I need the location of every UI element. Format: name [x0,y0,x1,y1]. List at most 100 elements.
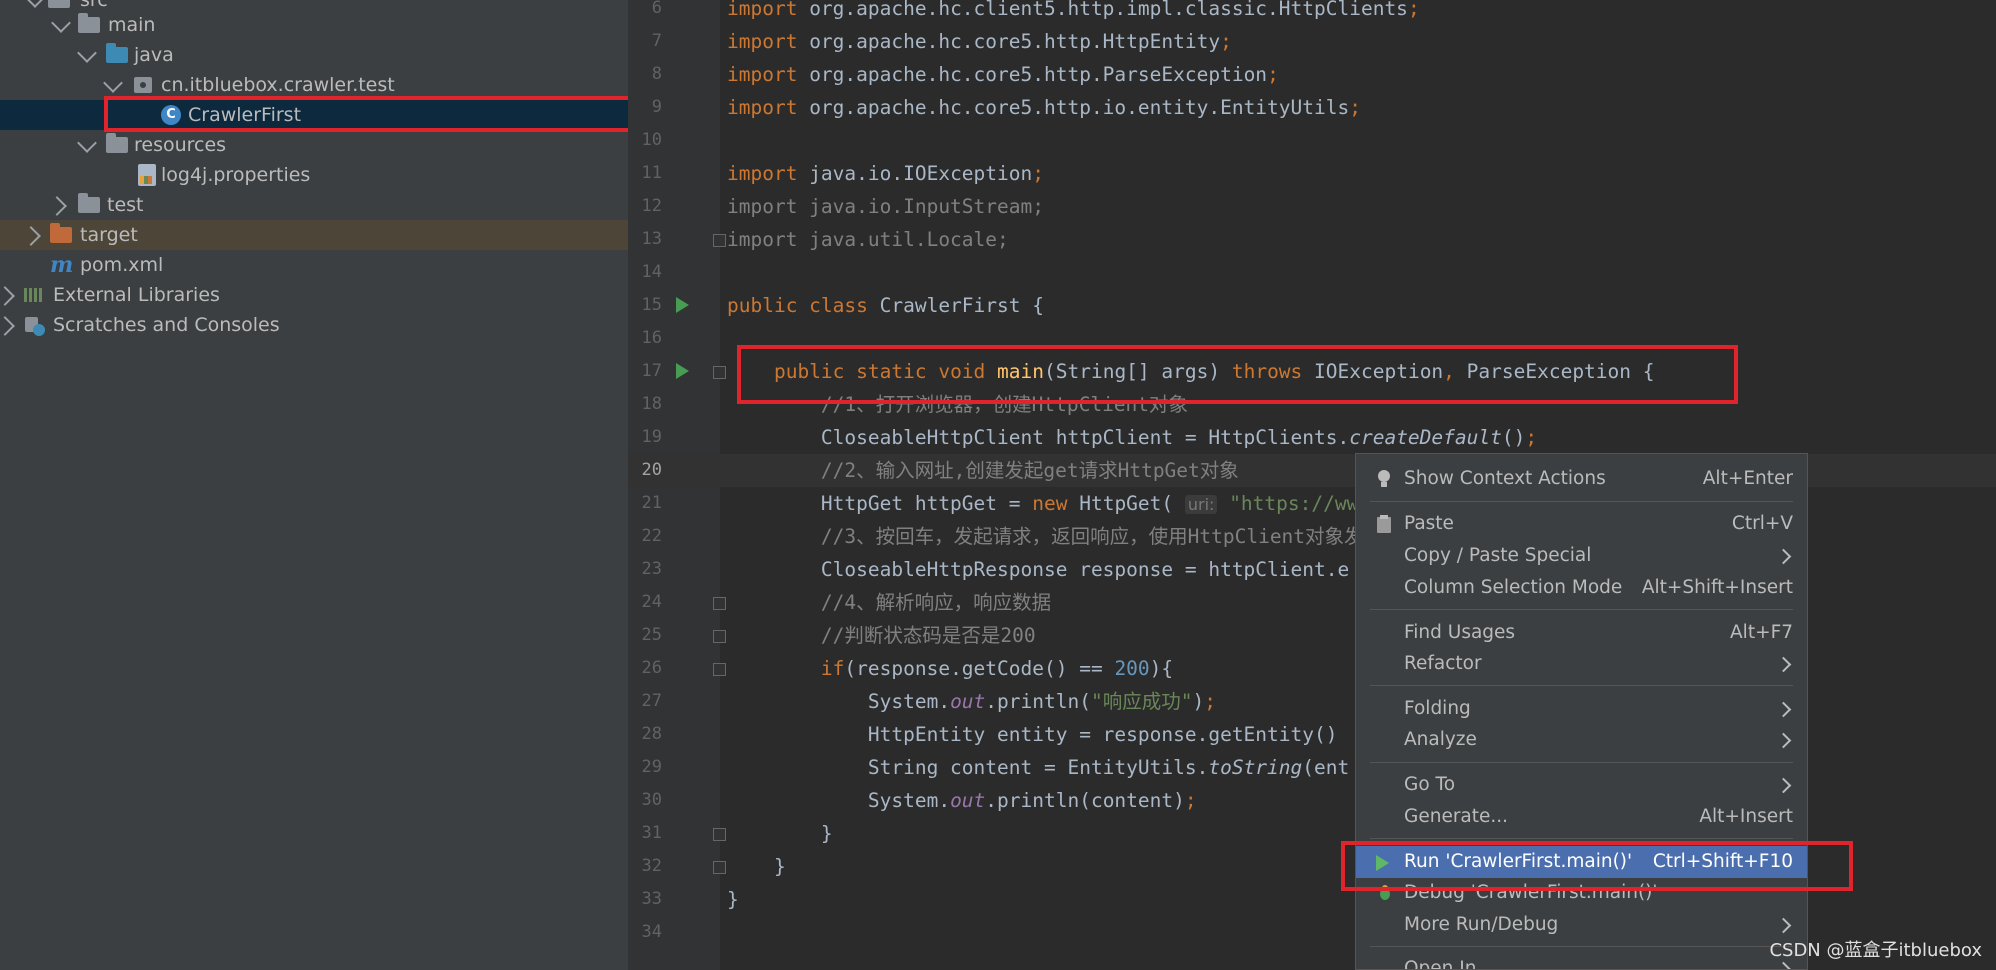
menu-item-label: Analyze [1404,729,1477,750]
code-text: public class CrawlerFirst { [727,294,1044,317]
code-line[interactable]: 8 import org.apache.hc.core5.http.ParseEx… [628,58,1996,91]
line-number: 12 [641,196,662,216]
line-number: 11 [641,163,662,183]
scratches-icon [25,317,45,336]
fold-marker-icon[interactable] [713,861,726,874]
menu-item-generate[interactable]: Generate... Alt+Insert [1356,801,1807,833]
code-line[interactable]: 9 import org.apache.hc.core5.http.io.enti… [628,91,1996,124]
line-number: 28 [641,724,662,744]
menu-item-shortcut: Alt+F7 [1730,622,1793,643]
menu-item-column-selection-mode[interactable]: Column Selection Mode Alt+Shift+Insert [1356,572,1807,604]
chevron-right-icon[interactable] [0,316,15,336]
lightbulb-icon [1378,470,1390,487]
tree-item-resources[interactable]: resources [0,130,628,160]
chevron-down-icon[interactable] [77,43,97,63]
tree-item-log4j[interactable]: log4j.properties [0,160,628,190]
menu-item-open-in[interactable]: Open In [1356,953,1807,969]
tree-item-target[interactable]: target [0,220,628,250]
run-gutter-icon[interactable] [676,297,689,313]
tree-item-label: main [108,14,156,36]
line-number: 22 [641,526,662,546]
code-line[interactable]: 6 import org.apache.hc.client5.http.impl.… [628,0,1996,25]
line-number: 34 [641,922,662,942]
line-number: 20 [641,460,662,480]
line-number: 7 [651,31,662,51]
chevron-down-icon[interactable] [103,73,123,93]
menu-item-paste[interactable]: Paste Ctrl+V [1356,508,1807,540]
line-number: 13 [641,229,662,249]
fold-marker-icon[interactable] [713,663,726,676]
tree-item-scratches[interactable]: Scratches and Consoles [0,310,628,340]
source-folder-icon [106,43,128,63]
menu-item-show-context-actions[interactable]: Show Context Actions Alt+Enter [1356,463,1807,495]
tree-item-pom[interactable]: m pom.xml [0,250,628,280]
code-line[interactable]: 7 import org.apache.hc.core5.http.HttpEnt… [628,25,1996,58]
tree-item-test[interactable]: test [0,190,628,220]
line-number: 15 [641,295,662,315]
code-text: } [727,888,739,911]
fold-marker-icon[interactable] [713,630,726,643]
menu-separator [1370,609,1793,610]
code-text: import org.apache.hc.core5.http.HttpEnti… [727,30,1232,53]
menu-item-find-usages[interactable]: Find Usages Alt+F7 [1356,617,1807,649]
menu-item-more-run-debug[interactable]: More Run/Debug [1356,909,1807,941]
code-line[interactable]: 19 CloseableHttpClient httpClient = Http… [628,421,1996,454]
menu-item-go-to[interactable]: Go To [1356,769,1807,801]
tree-item-label: pom.xml [80,254,164,276]
line-number: 32 [641,856,662,876]
code-text: } [727,855,786,878]
tree-item-java[interactable]: java [0,40,628,70]
code-line[interactable]: 12 import java.io.InputStream; [628,190,1996,223]
run-gutter-icon[interactable] [676,363,689,379]
menu-item-folding[interactable]: Folding [1356,693,1807,725]
menu-separator [1370,838,1793,839]
tree-item-label: log4j.properties [161,164,311,186]
chevron-right-icon [1775,732,1792,749]
chevron-right-icon [1775,548,1792,565]
code-line[interactable]: 13 import java.util.Locale; [628,223,1996,256]
fold-marker-icon[interactable] [713,366,726,379]
code-line[interactable]: 15 public class CrawlerFirst { [628,289,1996,322]
chevron-down-icon[interactable] [77,133,97,153]
fold-marker-icon[interactable] [713,234,726,247]
menu-item-copy-paste-special[interactable]: Copy / Paste Special [1356,540,1807,572]
fold-marker-icon[interactable] [713,597,726,610]
chevron-right-icon [1775,961,1792,969]
chevron-right-icon[interactable] [0,286,15,306]
menu-separator [1370,685,1793,686]
menu-item-label: Show Context Actions [1404,468,1606,489]
chevron-down-icon[interactable] [25,0,45,8]
menu-item-label: Paste [1404,513,1454,534]
line-number: 29 [641,757,662,777]
line-number: 31 [641,823,662,843]
fold-marker-icon[interactable] [713,828,726,841]
tree-item-label: resources [134,134,227,156]
line-number: 30 [641,790,662,810]
maven-icon: m [50,252,74,278]
code-text: //2、输入网址,创建发起get请求HttpGet对象 [727,459,1239,482]
chevron-right-icon[interactable] [47,196,67,216]
code-line[interactable]: 10 [628,124,1996,157]
chevron-down-icon[interactable] [51,13,71,33]
folder-icon [78,13,100,33]
line-number: 17 [641,361,662,381]
line-number: 21 [641,493,662,513]
folder-icon [78,193,100,213]
chevron-right-icon[interactable] [21,226,41,246]
menu-item-shortcut: Ctrl+V [1731,513,1793,534]
tree-item-external-libraries[interactable]: External Libraries [0,280,628,310]
tree-item-main[interactable]: main [0,10,628,40]
code-text: String content = EntityUtils.toString(en… [727,756,1350,779]
code-line[interactable]: 11 import java.io.IOException; [628,157,1996,190]
menu-separator [1370,501,1793,502]
highlight-box [104,96,628,132]
resources-folder-icon [106,133,128,153]
menu-item-analyze[interactable]: Analyze [1356,724,1807,756]
line-number: 26 [641,658,662,678]
code-text: } [727,822,833,845]
code-line[interactable]: 14 [628,256,1996,289]
menu-item-refactor[interactable]: Refactor [1356,648,1807,680]
code-text: //3、按回车，发起请求，返回响应，使用HttpClient对象发 [727,525,1364,548]
highlight-box [737,345,1738,404]
menu-item-label: Find Usages [1404,622,1516,643]
